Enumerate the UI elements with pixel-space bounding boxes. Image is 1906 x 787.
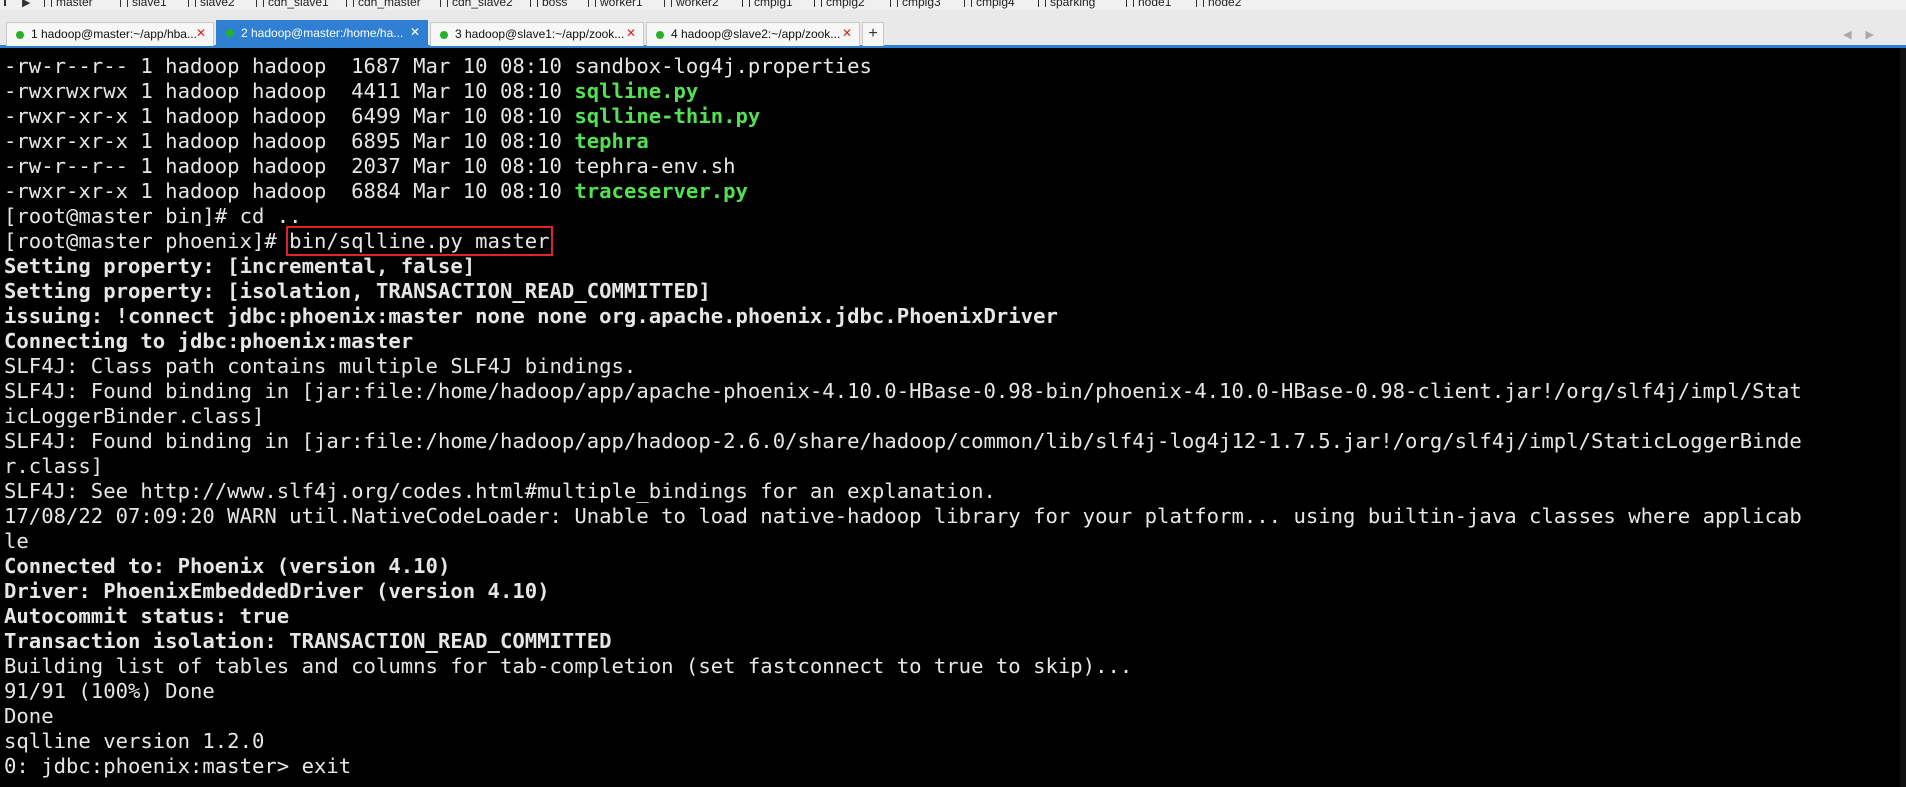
bookmark-slave1[interactable]: slave1 — [120, 0, 167, 9]
terminal-line: Setting property: [isolation, TRANSACTIO… — [4, 279, 711, 303]
pin-icon[interactable] — [4, 0, 14, 6]
bookmark-cdh-slave2[interactable]: cdh_slave2 — [440, 0, 513, 9]
bookmark-icon — [44, 0, 52, 7]
terminal-line: Building list of tables and columns for … — [4, 654, 1133, 678]
terminal-line: -rwxr-xr-x 1 hadoop hadoop 6895 Mar 10 0… — [4, 129, 649, 153]
terminal-line: SLF4J: Class path contains multiple SLF4… — [4, 354, 637, 378]
terminal-line: -rwxrwxrwx 1 hadoop hadoop 4411 Mar 10 0… — [4, 79, 699, 103]
terminal-line: 17/08/22 07:09:20 WARN util.NativeCodeLo… — [4, 504, 1802, 528]
connected-status-icon — [226, 29, 234, 37]
tab-session-4[interactable]: 4 hadoop@slave2:~/app/zook... ✕ — [646, 22, 860, 46]
terminal-output[interactable]: -rw-r--r-- 1 hadoop hadoop 1687 Mar 10 0… — [0, 48, 1906, 787]
terminal-line: icLoggerBinder.class] — [4, 404, 265, 428]
terminal-line: -rw-r--r-- 1 hadoop hadoop 2037 Mar 10 0… — [4, 154, 736, 178]
bookmark-cdh-master[interactable]: cdh_master — [346, 0, 421, 9]
bookmark-icon — [440, 0, 448, 7]
bookmark-node2[interactable]: node2 — [1196, 0, 1241, 9]
close-tab-icon[interactable]: ✕ — [196, 26, 206, 40]
terminal-line: r.class] — [4, 454, 104, 478]
connected-status-icon — [16, 31, 24, 39]
bookmark-boss[interactable]: boss — [530, 0, 567, 9]
bookmark-worker2[interactable]: worker2 — [664, 0, 719, 9]
tab-scroll-arrows-icon[interactable]: ◀▶ — [1843, 28, 1888, 41]
bookmark-worker1[interactable]: worker1 — [588, 0, 643, 9]
terminal-line: Driver: PhoenixEmbeddedDriver (version 4… — [4, 579, 550, 603]
bookmark-icon — [120, 0, 128, 7]
tab-session-3[interactable]: 3 hadoop@slave1:~/app/zook... ✕ — [430, 22, 644, 46]
bookmark-master[interactable]: master — [44, 0, 93, 9]
terminal-line: [root@master phoenix]# bin/sqlline.py ma… — [4, 226, 553, 256]
terminal-line: Autocommit status: true — [4, 604, 290, 628]
terminal-line: SLF4J: See http://www.slf4j.org/codes.ht… — [4, 479, 996, 503]
terminal-line: 91/91 (100%) Done — [4, 679, 215, 703]
terminal-line: sqlline version 1.2.0 — [4, 729, 265, 753]
bookmark-icon — [588, 0, 596, 7]
bookmark-node1[interactable]: node1 — [1126, 0, 1171, 9]
bookmark-icon — [814, 0, 822, 7]
terminal-line: -rwxr-xr-x 1 hadoop hadoop 6884 Mar 10 0… — [4, 179, 748, 203]
close-tab-icon[interactable]: ✕ — [842, 26, 852, 40]
bookmark-icon — [346, 0, 354, 7]
bookmark-cmpig3[interactable]: cmpig3 — [890, 0, 941, 9]
terminal-line: [root@master bin]# cd .. — [4, 204, 302, 228]
terminal-line: Setting property: [incremental, false] — [4, 254, 476, 278]
session-tab-bar: 1 hadoop@master:~/app/hba... ✕ 2 hadoop@… — [0, 10, 1906, 48]
terminal-line: Connecting to jdbc:phoenix:master — [4, 329, 414, 353]
connected-status-icon — [656, 31, 664, 39]
terminal-line: SLF4J: Found binding in [jar:file:/home/… — [4, 429, 1802, 453]
bookmark-slave2[interactable]: slave2 — [188, 0, 235, 9]
connected-status-icon — [440, 31, 448, 39]
bookmark-icon — [188, 0, 196, 7]
bookmark-icon — [1126, 0, 1134, 7]
bookmark-icon — [530, 0, 538, 7]
tab-session-1[interactable]: 1 hadoop@master:~/app/hba... ✕ — [6, 22, 214, 46]
bookmarks-bar: ▶ master slave1 slave2 cdh_slave1 cdh_ma… — [0, 0, 1906, 10]
terminal-line: Transaction isolation: TRANSACTION_READ_… — [4, 629, 612, 653]
bookmark-sparking[interactable]: sparking — [1038, 0, 1095, 9]
bookmark-icon — [256, 0, 264, 7]
bookmark-icon — [742, 0, 750, 7]
new-tab-button[interactable]: + — [862, 22, 884, 46]
bookmark-icon — [964, 0, 972, 7]
terminal-line: issuing: !connect jdbc:phoenix:master no… — [4, 304, 1058, 328]
terminal-line: 0: jdbc:phoenix:master> exit — [4, 754, 352, 778]
terminal-line: -rwxr-xr-x 1 hadoop hadoop 6499 Mar 10 0… — [4, 104, 761, 128]
bookmark-cdh-slave1[interactable]: cdh_slave1 — [256, 0, 329, 9]
terminal-line: Connected to: Phoenix (version 4.10) — [4, 554, 451, 578]
terminal-line: SLF4J: Found binding in [jar:file:/home/… — [4, 379, 1802, 403]
bookmark-cmpig2[interactable]: cmpig2 — [814, 0, 865, 9]
terminal-line: le — [4, 529, 29, 553]
expand-arrow-icon[interactable]: ▶ — [22, 0, 30, 9]
bookmark-cmpig4[interactable]: cmpig4 — [964, 0, 1015, 9]
tab-session-2[interactable]: 2 hadoop@master:/home/ha... ✕ — [216, 20, 428, 46]
bookmark-icon — [890, 0, 898, 7]
bookmark-icon — [664, 0, 672, 7]
terminal-line: -rw-r--r-- 1 hadoop hadoop 1687 Mar 10 0… — [4, 54, 872, 78]
close-tab-icon[interactable]: ✕ — [410, 25, 420, 39]
highlighted-command: bin/sqlline.py master — [286, 226, 553, 256]
bookmark-cmpig1[interactable]: cmpig1 — [742, 0, 793, 9]
terminal-line: Done — [4, 704, 54, 728]
bookmark-icon — [1196, 0, 1204, 7]
terminal-scrollbar[interactable] — [1900, 48, 1906, 787]
close-tab-icon[interactable]: ✕ — [626, 26, 636, 40]
bookmark-icon — [1038, 0, 1046, 7]
